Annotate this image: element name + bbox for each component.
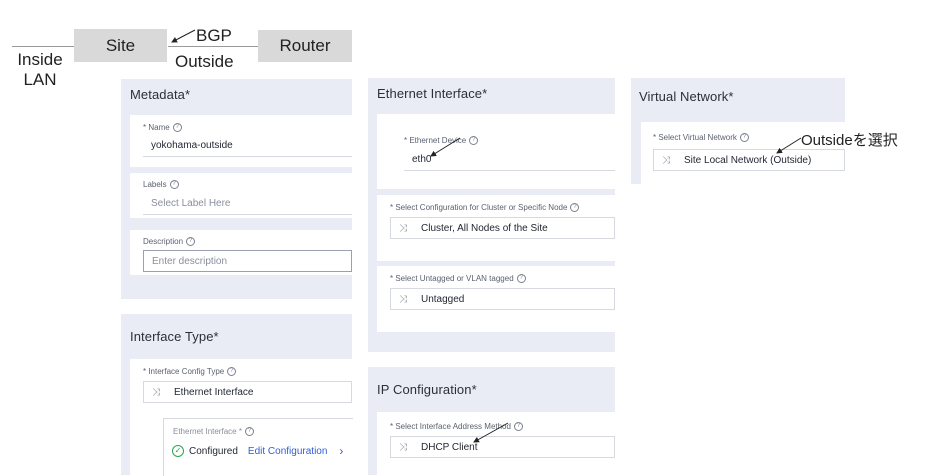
ethernet-interface-panel: Ethernet Interface* * Ethernet Device? e… bbox=[368, 78, 615, 352]
vlan-label: * Select Untagged or VLAN tagged? bbox=[390, 274, 526, 284]
chevron-right-icon[interactable]: › bbox=[339, 444, 343, 458]
inside-lan-label: Inside LAN bbox=[17, 50, 63, 90]
interface-config-select[interactable]: ⤨ Ethernet Interface bbox=[143, 381, 352, 403]
interface-config-value: Ethernet Interface bbox=[174, 386, 254, 398]
select-icon: ⤨ bbox=[399, 222, 407, 234]
interface-config-label: * Interface Config Type? bbox=[143, 367, 237, 377]
name-input[interactable]: yokohama-outside bbox=[143, 135, 352, 157]
router-label: Router bbox=[279, 36, 331, 55]
help-icon[interactable]: ? bbox=[739, 133, 749, 143]
labels-label: Labels? bbox=[143, 180, 179, 190]
help-icon[interactable]: ? bbox=[516, 274, 526, 284]
outside-annotation: Outsideを選択 bbox=[801, 132, 898, 149]
name-card: * Name? yokohama-outside bbox=[130, 115, 352, 167]
site-box: Site bbox=[74, 29, 167, 62]
metadata-panel: Metadata* * Name? yokohama-outside Label… bbox=[121, 79, 352, 299]
select-icon: ⤨ bbox=[662, 154, 670, 166]
ethernet-interface-subsection: Ethernet Interface *? ✓ Configured Edit … bbox=[163, 418, 353, 476]
ethernet-device-card: * Ethernet Device? eth0 bbox=[377, 114, 615, 189]
name-label: * Name? bbox=[143, 123, 182, 133]
description-input[interactable]: Enter description bbox=[143, 250, 352, 272]
ethernet-interface-sub-label: Ethernet Interface *? bbox=[173, 427, 254, 437]
help-icon[interactable]: ? bbox=[172, 123, 182, 133]
help-icon[interactable]: ? bbox=[469, 136, 479, 146]
ethernet-device-label: * Ethernet Device? bbox=[404, 136, 479, 146]
vlan-card: * Select Untagged or VLAN tagged? ⤨ Untag… bbox=[377, 266, 615, 332]
address-method-select[interactable]: ⤨ DHCP Client bbox=[390, 436, 615, 458]
ip-configuration-panel: IP Configuration* * Select Interface Add… bbox=[368, 367, 615, 475]
bgp-arrow bbox=[171, 29, 196, 43]
address-method-label-text: * Select Interface Address Method bbox=[390, 422, 511, 431]
address-method-value: DHCP Client bbox=[421, 441, 478, 453]
interface-config-card: * Interface Config Type? ⤨ Ethernet Inter… bbox=[130, 359, 353, 476]
labels-label-text: Labels bbox=[143, 180, 167, 189]
ethernet-interface-sub-label-text: Ethernet Interface * bbox=[173, 427, 242, 436]
description-card: Description? Enter description bbox=[130, 230, 352, 275]
address-method-card: * Select Interface Address Method? ⤨ DHCP… bbox=[377, 412, 615, 475]
interface-type-panel: Interface Type* * Interface Config Type?… bbox=[121, 314, 353, 476]
configured-text: Configured bbox=[189, 445, 238, 457]
vlan-value: Untagged bbox=[421, 293, 465, 305]
help-icon[interactable]: ? bbox=[227, 367, 237, 377]
description-label-text: Description bbox=[143, 237, 184, 246]
check-circle-icon: ✓ bbox=[172, 445, 184, 457]
address-method-label: * Select Interface Address Method? bbox=[390, 422, 523, 432]
help-icon[interactable]: ? bbox=[244, 427, 254, 437]
router-box: Router bbox=[258, 30, 352, 62]
virtual-network-label: * Select Virtual Network? bbox=[653, 133, 749, 143]
help-icon[interactable]: ? bbox=[570, 203, 580, 213]
interface-config-label-text: * Interface Config Type bbox=[143, 367, 225, 376]
virtual-network-select[interactable]: ⤨ Site Local Network (Outside) bbox=[653, 149, 845, 171]
ethernet-device-input[interactable]: eth0 bbox=[404, 149, 615, 171]
description-label: Description? bbox=[143, 237, 196, 247]
select-icon: ⤨ bbox=[399, 293, 407, 305]
edit-configuration-link[interactable]: Edit Configuration bbox=[248, 446, 328, 457]
labels-select[interactable]: Select Label Here bbox=[143, 193, 352, 215]
ip-configuration-title: IP Configuration* bbox=[377, 382, 477, 397]
vlan-label-text: * Select Untagged or VLAN tagged bbox=[390, 274, 514, 283]
name-label-text: * Name bbox=[143, 123, 170, 132]
bgp-label: BGP bbox=[196, 26, 232, 45]
labels-card: Labels? Select Label Here bbox=[130, 173, 352, 218]
interface-type-title: Interface Type* bbox=[130, 329, 219, 344]
virtual-network-label-text: * Select Virtual Network bbox=[653, 133, 737, 142]
site-label: Site bbox=[105, 35, 136, 55]
select-icon: ⤨ bbox=[152, 386, 160, 398]
help-icon[interactable]: ? bbox=[169, 180, 179, 190]
outside-label: Outside bbox=[175, 52, 234, 71]
help-icon[interactable]: ? bbox=[513, 422, 523, 432]
ethernet-interface-title: Ethernet Interface* bbox=[377, 86, 488, 101]
virtual-network-title: Virtual Network* bbox=[639, 89, 734, 104]
virtual-network-value: Site Local Network (Outside) bbox=[684, 154, 812, 166]
vlan-select[interactable]: ⤨ Untagged bbox=[390, 288, 615, 310]
node-config-label: * Select Configuration for Cluster or Sp… bbox=[390, 203, 580, 213]
help-icon[interactable]: ? bbox=[186, 237, 196, 247]
metadata-title: Metadata* bbox=[130, 87, 191, 102]
select-icon: ⤨ bbox=[399, 441, 407, 453]
node-config-label-text: * Select Configuration for Cluster or Sp… bbox=[390, 203, 568, 212]
node-config-card: * Select Configuration for Cluster or Sp… bbox=[377, 195, 615, 261]
node-config-value: Cluster, All Nodes of the Site bbox=[421, 222, 548, 234]
diagram-line-left bbox=[12, 46, 74, 47]
configured-status: ✓ Configured Edit Configuration › bbox=[172, 444, 343, 458]
node-config-select[interactable]: ⤨ Cluster, All Nodes of the Site bbox=[390, 217, 615, 239]
ethernet-device-label-text: * Ethernet Device bbox=[404, 136, 467, 145]
